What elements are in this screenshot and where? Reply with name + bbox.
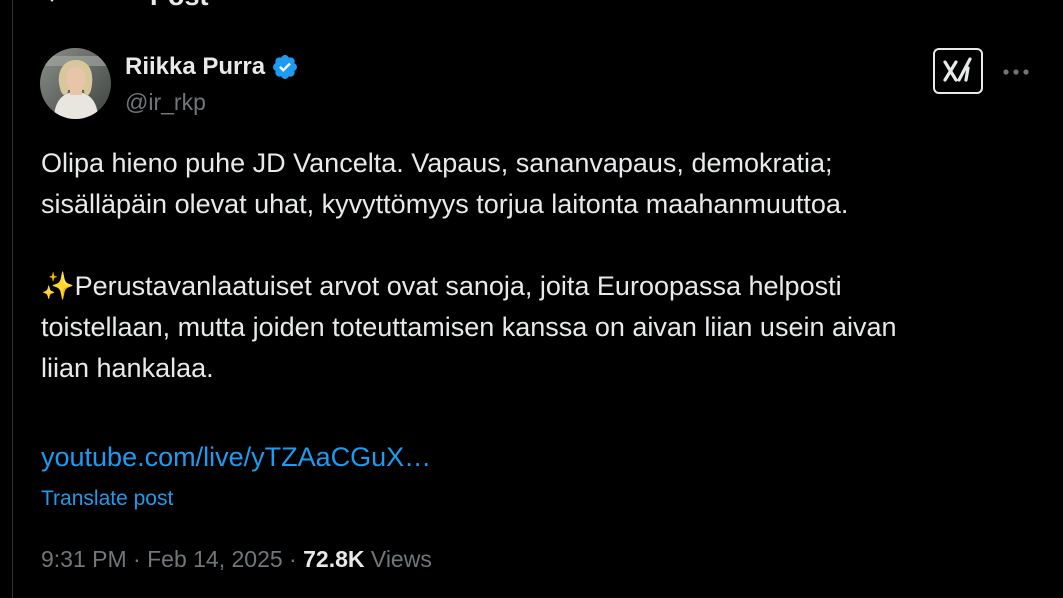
page-title: Post bbox=[150, 0, 209, 12]
views-count[interactable]: 72.8K bbox=[303, 546, 364, 572]
tweet-meta: 9:31 PM · Feb 14, 2025 · 72.8K Views bbox=[41, 545, 432, 573]
meta-separator: · bbox=[126, 546, 148, 572]
more-options-button[interactable] bbox=[1001, 62, 1031, 82]
meta-separator: · bbox=[282, 546, 304, 572]
tweet-time[interactable]: 9:31 PM bbox=[41, 546, 127, 572]
tweet-date[interactable]: Feb 14, 2025 bbox=[147, 546, 283, 572]
tweet-text: Olipa hieno puhe JD Vancelta. Vapaus, sa… bbox=[41, 143, 1041, 389]
verified-badge-icon[interactable] bbox=[271, 53, 299, 81]
grok-button[interactable] bbox=[933, 48, 983, 94]
top-header: Post bbox=[12, 0, 1063, 12]
author-name[interactable]: Riikka Purra bbox=[125, 53, 265, 81]
tweet-paragraph: Olipa hieno puhe JD Vancelta. Vapaus, sa… bbox=[41, 148, 849, 219]
author-handle[interactable]: @ir_rkp bbox=[125, 88, 206, 116]
more-horizontal-icon bbox=[1001, 69, 1031, 86]
tweet-link[interactable]: youtube.com/live/yTZAaCGuX… bbox=[41, 437, 431, 478]
column-border-left bbox=[12, 0, 13, 598]
avatar[interactable] bbox=[40, 48, 111, 119]
arrow-left-icon[interactable] bbox=[42, 0, 64, 6]
tweet-paragraph: ✨Perustavanlaatuiset arvot ovat sanoja, … bbox=[41, 271, 897, 383]
grok-icon bbox=[935, 57, 981, 96]
author-name-row[interactable]: Riikka Purra bbox=[125, 53, 299, 81]
translate-post-link[interactable]: Translate post bbox=[41, 486, 173, 512]
views-label: Views bbox=[364, 546, 432, 572]
